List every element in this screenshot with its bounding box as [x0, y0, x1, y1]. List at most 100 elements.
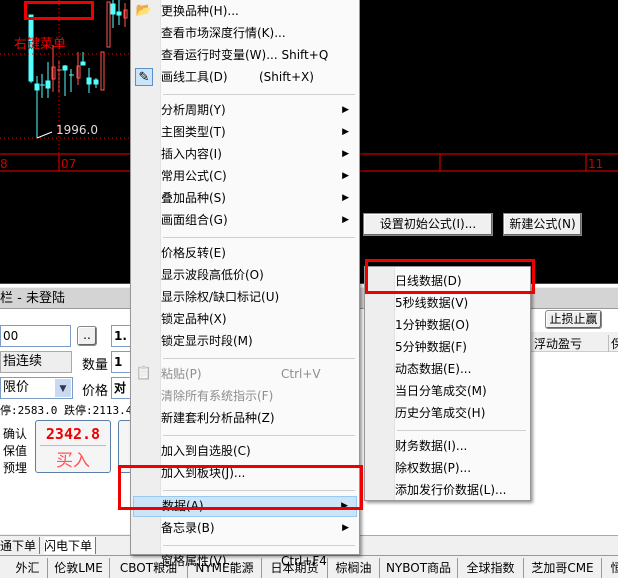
menu-item[interactable]: 显示波段高低价(O)	[133, 265, 357, 286]
menu-item-label: 粘贴(P)	[161, 367, 202, 381]
axis-label: 07	[61, 157, 77, 171]
menu-separator	[163, 545, 355, 546]
menu-item[interactable]: 1分钟数据(O)	[367, 315, 528, 336]
submenu-arrow-icon: ▶	[342, 105, 349, 115]
menu-shortcut: Ctrl+V	[281, 367, 321, 381]
menu-separator	[163, 358, 355, 359]
menu-item[interactable]: 常用公式(C) ▶	[133, 166, 357, 187]
menu-item[interactable]: 画线工具(D) (Shift+X) ✎	[133, 67, 357, 88]
menu-item-label: 查看市场深度行情(K)...	[161, 26, 286, 40]
menu-item[interactable]: 添加发行价数据(L)...	[367, 480, 528, 501]
menu-separator	[163, 94, 355, 95]
menu-item[interactable]: 更换品种(H)... 📂	[133, 1, 357, 22]
menu-separator	[397, 430, 526, 431]
submenu-arrow-icon: ▶	[342, 215, 349, 225]
menu-separator	[163, 237, 355, 238]
menu-item[interactable]: 加入到自选股(C)	[133, 441, 357, 462]
axis-label: 8	[0, 157, 8, 171]
axis-label: 11	[588, 157, 604, 171]
menu-item[interactable]: 5秒线数据(V)	[367, 293, 528, 314]
menu-item-label: 窗格属性(V)...	[161, 554, 239, 568]
hedge-label[interactable]: 保值	[3, 443, 27, 460]
menu-shortcut: Ctrl+F4	[281, 554, 327, 568]
market-tab[interactable]: 伦敦LME	[48, 558, 110, 578]
menu-item[interactable]: 财务数据(I)...	[367, 436, 528, 457]
stop-loss-button[interactable]: 止损止赢	[545, 310, 602, 329]
menu-item[interactable]: 分析周期(Y) ▶	[133, 100, 357, 121]
menu-item[interactable]: 清除所有系统指示(F)	[133, 386, 357, 407]
menu-item[interactable]: 当日分笔成交(M)	[367, 381, 528, 402]
menu-item[interactable]: 锁定显示时段(M)	[133, 331, 357, 352]
market-tab[interactable]: 恒	[602, 558, 618, 578]
chevron-down-icon[interactable]: ▼	[55, 379, 71, 397]
annotation-label: 右键菜单	[14, 37, 67, 52]
price-limits: 停:2583.0 跌停:2113.4	[0, 404, 133, 417]
menu-item-label: 动态数据(E)...	[395, 362, 472, 376]
contract-code-input[interactable]: 00	[0, 325, 71, 347]
menu-item[interactable]: 锁定品种(X)	[133, 309, 357, 330]
menu-item-label: 除权数据(P)...	[395, 461, 472, 475]
menu-item[interactable]: 插入内容(I) ▶	[133, 144, 357, 165]
menu-item[interactable]: 5分钟数据(F)	[367, 337, 528, 358]
menu-item-label: 更换品种(H)...	[161, 4, 239, 18]
menu-item-label: 插入内容(I)	[161, 147, 222, 161]
menu-item[interactable]: 价格反转(E)	[133, 243, 357, 264]
menu-item[interactable]: 窗格属性(V)... Ctrl+F4	[133, 551, 357, 572]
menu-item-label: 加入到自选股(C)	[161, 444, 251, 458]
preset-label[interactable]: 预埋	[3, 460, 27, 477]
menu-item[interactable]: 查看运行时变量(W)... Shift+Q	[133, 45, 357, 66]
menu-separator	[163, 435, 355, 436]
menu-shortcut: (Shift+X)	[259, 70, 314, 84]
buy-button[interactable]: 2342.8 买入	[35, 420, 111, 473]
menu-item-label: 锁定显示时段(M)	[161, 334, 253, 348]
submenu-arrow-icon: ▶	[342, 171, 349, 181]
menu-item[interactable]: 叠加品种(S) ▶	[133, 188, 357, 209]
menu-item[interactable]: 粘贴(P) Ctrl+V 📋	[133, 364, 357, 385]
market-tab[interactable]: 外汇	[8, 558, 48, 578]
menu-item-label: 常用公式(C)	[161, 169, 227, 183]
menu-item-label: 查看运行时变量(W)... Shift+Q	[161, 48, 329, 62]
confirm-label[interactable]: 确认	[3, 426, 27, 443]
menu-item-label: 画线工具(D)	[161, 70, 228, 84]
data-submenu: 日线数据(D) 5秒线数据(V) 1分钟数据(O) 5分钟数据(F) 动态数据(E)..…	[364, 266, 531, 501]
pencil-icon: ✎	[135, 68, 153, 86]
new-formula-button[interactable]: 新建公式(N)	[503, 213, 582, 236]
menu-item[interactable]: 查看市场深度行情(K)...	[133, 23, 357, 44]
tab-normal-order[interactable]: 通下单	[0, 537, 41, 554]
menu-item-label: 价格反转(E)	[161, 246, 226, 260]
set-initial-formula-button[interactable]: 设置初始公式(I)...	[363, 213, 493, 236]
menu-item-label: 1分钟数据(O)	[395, 318, 470, 332]
menu-item[interactable]: 显示除权/缺口标记(U)	[133, 287, 357, 308]
menu-item[interactable]: 新建套利分析品种(Z)	[133, 408, 357, 429]
menu-item-label: 当日分笔成交(M)	[395, 384, 487, 398]
menu-item-label: 财务数据(I)...	[395, 439, 468, 453]
clipboard-icon: 📋	[135, 366, 153, 381]
menu-item[interactable]: 除权数据(P)...	[367, 458, 528, 479]
menu-item-label: 清除所有系统指示(F)	[161, 389, 274, 403]
col-margin[interactable]: 保	[608, 335, 618, 352]
market-tab[interactable]: NYBOT商品	[380, 558, 458, 578]
tab-flash-order[interactable]: 闪电下单	[44, 537, 97, 554]
menu-item-label: 添加发行价数据(L)...	[395, 483, 507, 497]
highlight-box	[365, 259, 535, 294]
folder-icon: 📂	[135, 3, 153, 18]
browse-button[interactable]: ..	[77, 326, 97, 346]
menu-item-label: 画面组合(G)	[161, 213, 228, 227]
price-type-select[interactable]: 限价 ▼	[0, 377, 73, 399]
market-tab[interactable]: 芝加哥CME	[524, 558, 602, 578]
annotation-box	[24, 1, 94, 20]
market-tab[interactable]: 全球指数	[458, 558, 524, 578]
menu-item[interactable]: 主图类型(T) ▶	[133, 122, 357, 143]
col-floating-pnl[interactable]: 浮动盈亏	[534, 335, 582, 352]
menu-item[interactable]: 画面组合(G) ▶	[133, 210, 357, 231]
menu-item[interactable]: 备忘录(B) ▶	[133, 518, 357, 539]
submenu-arrow-icon: ▶	[342, 127, 349, 137]
menu-item-label: 新建套利分析品种(Z)	[161, 411, 275, 425]
price-label: 价格	[82, 384, 109, 399]
submenu-arrow-icon: ▶	[342, 149, 349, 159]
menu-item-label: 显示除权/缺口标记(U)	[161, 290, 280, 304]
menu-item[interactable]: 动态数据(E)...	[367, 359, 528, 380]
menu-item[interactable]: 历史分笔成交(H)	[367, 403, 528, 424]
menu-item-label: 锁定品种(X)	[161, 312, 227, 326]
qty-label: 数量	[82, 358, 109, 373]
